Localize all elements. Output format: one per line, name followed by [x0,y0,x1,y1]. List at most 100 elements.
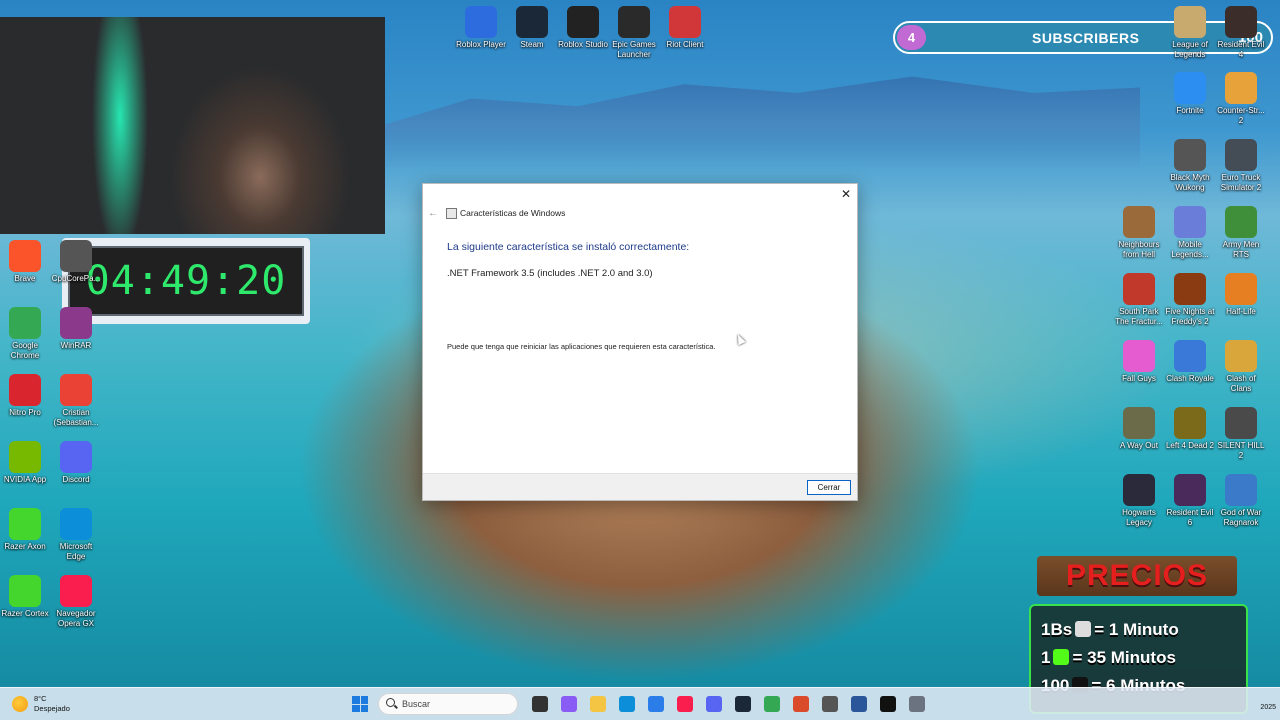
shortcut-label: Razer Cortex [1,609,49,618]
shortcut-label: God of War Ragnarok [1220,508,1262,527]
weather-temp: 8°C [34,694,47,703]
shortcut-label: Hogwarts Legacy [1122,508,1156,527]
shortcut-label: Roblox Player [456,40,506,49]
desktop-shortcut[interactable]: South Park The Fractur... [1114,273,1164,327]
roblox-studio-icon [567,6,599,38]
silent-hill-icon [1225,407,1257,439]
copilot-icon[interactable] [561,696,577,712]
shortcut-label: Resident Evil 6 [1166,508,1214,527]
obs-icon[interactable] [793,696,809,712]
re4-icon [1225,6,1257,38]
desktop-shortcut[interactable]: League of Legends [1165,6,1215,60]
desktop-shortcut[interactable]: Discord [51,441,101,485]
chrome-icon [9,307,41,339]
desktop-shortcut[interactable]: Steam [507,6,557,50]
gow-icon [1225,474,1257,506]
desktop-shortcut[interactable]: Riot Client [660,6,710,50]
webcam-overlay [0,17,385,234]
qr-icon [1075,621,1092,637]
windows-features-dialog: ✕ ← Características de Windows La siguie… [422,183,858,501]
price-equivalence: = 1 Minuto [1094,620,1179,639]
desktop-shortcut[interactable]: God of War Ragnarok [1216,474,1266,528]
razer-axon-icon [9,508,41,540]
shortcut-label: South Park The Fractur... [1115,307,1163,326]
kick-gift-icon [1053,649,1070,665]
desktop-shortcut[interactable]: Razer Axon [0,508,50,552]
steam-icon[interactable] [735,696,751,712]
desktop-shortcut[interactable]: Resident Evil 6 [1165,474,1215,528]
wallpaper-mountains [380,76,1140,170]
desktop-shortcut[interactable]: Euro Truck Simulator 2 [1216,139,1266,193]
opera-gx-icon[interactable] [677,696,693,712]
settings-icon[interactable] [822,696,838,712]
close-icon[interactable]: ✕ [837,185,855,203]
desktop-shortcut[interactable]: CpuCorePa... [51,240,101,284]
desktop-shortcut[interactable]: Resident Evil 4 [1216,6,1266,60]
desktop-shortcut[interactable]: Clash of Clans [1216,340,1266,394]
desktop-shortcut[interactable]: Fortnite [1165,72,1215,116]
chrome-icon[interactable] [764,696,780,712]
desktop-shortcut[interactable]: Nitro Pro [0,374,50,418]
desktop-shortcut[interactable]: Counter-Str... 2 [1216,72,1266,126]
a-way-out-icon [1123,407,1155,439]
neighbours-icon [1123,206,1155,238]
weather-widget[interactable]: 8°C Despejado [12,694,70,714]
desktop-shortcut[interactable]: Epic Games Launcher [609,6,659,60]
optional-features-icon[interactable] [909,696,925,712]
back-arrow-icon[interactable]: ← [428,208,438,219]
desktop-shortcut[interactable]: A Way Out [1114,407,1164,451]
desktop-shortcut[interactable]: Hogwarts Legacy [1114,474,1164,528]
brave-icon [9,240,41,272]
shortcut-label: Five Nights at Freddy's 2 [1165,307,1215,326]
desktop-shortcut[interactable]: SILENT HILL 2 [1216,407,1266,461]
subscribers-current: 4 [897,25,926,50]
l4d2-icon [1174,407,1206,439]
discord-icon [60,441,92,473]
file-explorer-icon[interactable] [590,696,606,712]
desktop-shortcut[interactable]: Roblox Player [456,6,506,50]
ets2-icon [1225,139,1257,171]
desktop-shortcut[interactable]: WinRAR [51,307,101,351]
razer-cortex-icon [9,575,41,607]
start-windows-icon[interactable] [352,696,368,712]
desktop-shortcut[interactable]: Army Men RTS [1216,206,1266,260]
nvidia-icon [9,441,41,473]
shortcut-label: Half-Life [1226,307,1256,316]
desktop-shortcut[interactable]: Navegador Opera GX [51,575,101,629]
desktop-shortcut[interactable]: Brave [0,240,50,284]
store-icon[interactable] [648,696,664,712]
desktop-shortcut[interactable]: Clash Royale [1165,340,1215,384]
discord-icon[interactable] [706,696,722,712]
shortcut-label: Clash Royale [1166,374,1214,383]
search-placeholder: Buscar [402,699,431,709]
edge-icon[interactable] [619,696,635,712]
desktop-shortcut[interactable]: Black Myth Wukong [1165,139,1215,193]
desktop-shortcut[interactable]: Roblox Studio [558,6,608,50]
desktop-shortcut[interactable]: Neighbours from Hell [1114,206,1164,260]
shortcut-label: Steam [520,40,544,49]
cpu-icon [60,240,92,272]
desktop-shortcut[interactable]: Microsoft Edge [51,508,101,562]
desktop-shortcut[interactable]: Fall Guys [1114,340,1164,384]
desktop-shortcut[interactable]: Five Nights at Freddy's 2 [1165,273,1215,327]
desktop-shortcut[interactable]: Razer Cortex [0,575,50,619]
desktop-shortcut[interactable]: Left 4 Dead 2 [1165,407,1215,451]
unreal-icon[interactable] [880,696,896,712]
taskbar-search[interactable]: Buscar [378,693,518,715]
desktop-shortcut[interactable]: Mobile Legends... [1165,206,1215,260]
word-icon[interactable] [851,696,867,712]
close-button[interactable]: Cerrar [807,480,851,495]
chrome-profile-icon [60,374,92,406]
wukong-icon [1174,139,1206,171]
edge-icon [60,508,92,540]
task-view-icon[interactable] [532,696,548,712]
shortcut-label: Clash of Clans [1226,374,1256,393]
shortcut-label: Navegador Opera GX [56,609,96,628]
half-life-icon [1225,273,1257,305]
shortcut-label: CpuCorePa... [51,274,101,283]
desktop-shortcut[interactable]: Cristian (Sebastian... [51,374,101,428]
desktop-shortcut[interactable]: NVIDIA App [0,441,50,485]
desktop-shortcut[interactable]: Half-Life [1216,273,1266,317]
desktop-shortcut[interactable]: Google Chrome [0,307,50,361]
shortcut-label: League of Legends [1172,40,1208,59]
